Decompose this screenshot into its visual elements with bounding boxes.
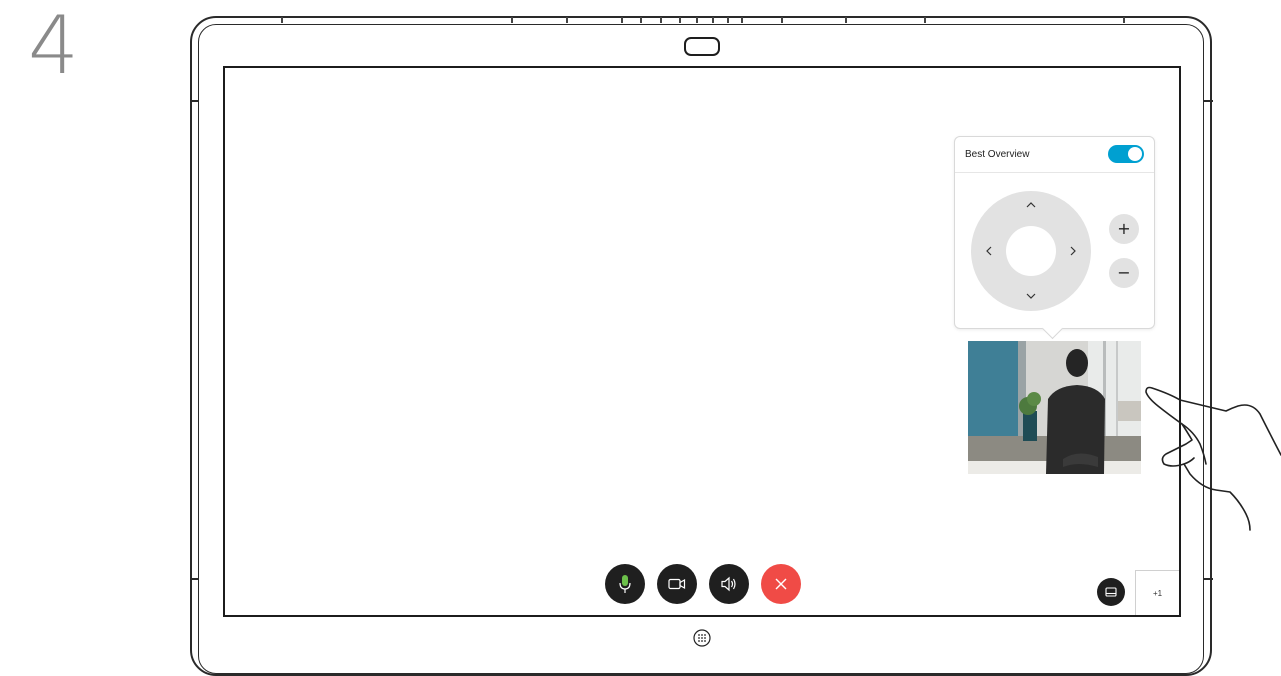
device-tick: [281, 17, 283, 23]
device-tick: [741, 17, 743, 23]
end-call-button[interactable]: [761, 564, 801, 604]
close-icon: [775, 578, 787, 590]
device-tick: [190, 578, 199, 580]
speaker-icon: [721, 576, 736, 592]
device-tick: [924, 17, 926, 23]
device-tick: [1204, 578, 1213, 580]
camera-icon: [668, 578, 686, 590]
best-overview-row: Best Overview: [955, 137, 1154, 173]
device-tick: [1123, 17, 1125, 23]
device-tick: [621, 17, 623, 23]
pan-tilt-dpad: [971, 191, 1091, 311]
pan-left-button[interactable]: [985, 246, 993, 256]
device-tick: [679, 17, 681, 23]
home-button[interactable]: [693, 629, 711, 647]
tilt-down-button[interactable]: [1026, 292, 1036, 300]
mute-button[interactable]: [605, 564, 645, 604]
self-view-video[interactable]: [968, 341, 1141, 474]
grid-icon: [698, 634, 706, 642]
device-tick: [781, 17, 783, 23]
device-camera: [684, 37, 720, 56]
device-tick: [1204, 100, 1213, 102]
volume-button[interactable]: [709, 564, 749, 604]
device-tick: [845, 17, 847, 23]
more-participants-button[interactable]: +1: [1135, 570, 1179, 615]
camera-button[interactable]: [657, 564, 697, 604]
device-tick: [511, 17, 513, 23]
dpad-center: [1006, 226, 1056, 276]
device-tick: [640, 17, 642, 23]
camera-control-panel: Best Overview + −: [954, 136, 1155, 340]
zoom-out-button[interactable]: −: [1109, 258, 1139, 288]
self-view-image: [968, 341, 1141, 474]
hand-pointer-illustration: [1145, 386, 1281, 531]
microphone-icon: [619, 575, 631, 593]
device-tick: [660, 17, 662, 23]
device-tick: [566, 17, 568, 23]
toggle-knob: [1128, 147, 1142, 161]
device-tick: [696, 17, 698, 23]
zoom-in-button[interactable]: +: [1109, 214, 1139, 244]
best-overview-toggle[interactable]: [1108, 145, 1144, 163]
pan-right-button[interactable]: [1069, 246, 1077, 256]
device-tick: [712, 17, 714, 23]
best-overview-label: Best Overview: [965, 149, 1030, 160]
step-number: 4: [28, 0, 79, 92]
layout-icon: [1105, 587, 1117, 597]
layout-button[interactable]: [1097, 578, 1125, 606]
device-tick: [190, 100, 199, 102]
tilt-up-button[interactable]: [1026, 201, 1036, 209]
device-tick: [727, 17, 729, 23]
